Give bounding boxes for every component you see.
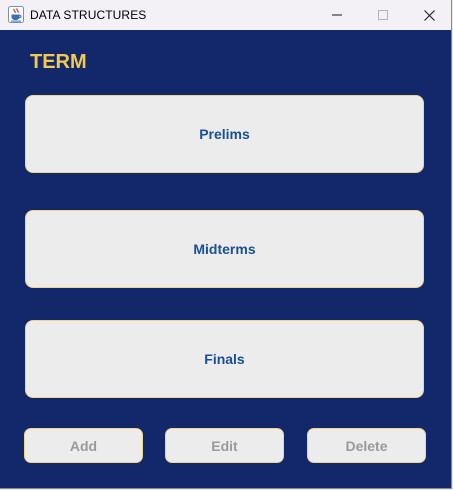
- window-title: DATA STRUCTURES: [30, 8, 147, 22]
- minimize-button[interactable]: [314, 0, 360, 30]
- minimize-icon: [332, 14, 342, 16]
- java-coffee-cup-icon[interactable]: [8, 6, 24, 23]
- edit-button[interactable]: Edit: [165, 428, 284, 463]
- add-button[interactable]: Add: [24, 428, 143, 463]
- finals-button[interactable]: Finals: [25, 320, 424, 398]
- finals-label: Finals: [204, 351, 245, 367]
- app-window: DATA STRUCTURES TERM Prelims Midterms Fi…: [0, 0, 452, 489]
- midterms-button[interactable]: Midterms: [25, 210, 424, 288]
- close-button[interactable]: [406, 0, 451, 30]
- prelims-label: Prelims: [199, 126, 250, 142]
- midterms-label: Midterms: [193, 241, 256, 257]
- term-heading: TERM: [30, 51, 87, 73]
- prelims-button[interactable]: Prelims: [25, 95, 424, 173]
- delete-button-label: Delete: [345, 437, 388, 454]
- delete-button[interactable]: Delete: [307, 428, 426, 463]
- add-button-label: Add: [69, 437, 98, 454]
- close-icon: [423, 9, 435, 21]
- maximize-icon: [378, 10, 388, 20]
- edit-button-label: Edit: [211, 437, 238, 454]
- title-bar[interactable]: DATA STRUCTURES: [0, 0, 451, 30]
- maximize-button[interactable]: [360, 0, 406, 30]
